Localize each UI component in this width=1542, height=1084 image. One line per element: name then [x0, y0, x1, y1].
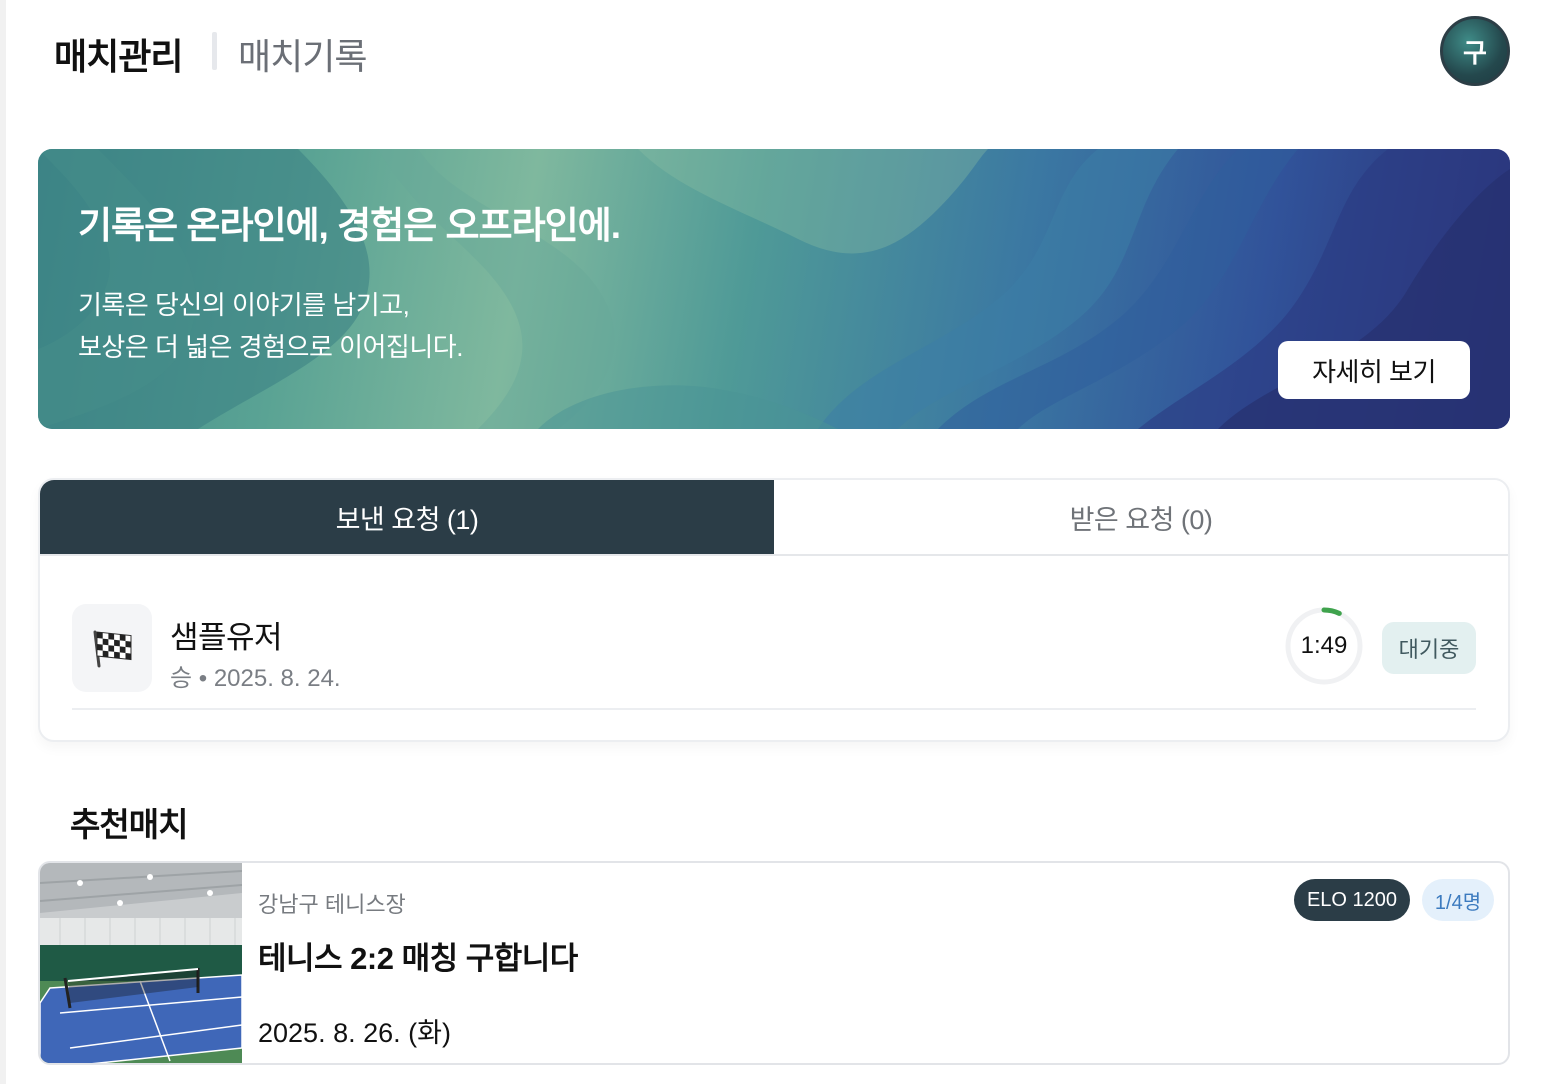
- tab-sent-requests[interactable]: 보낸 요청 (1): [40, 480, 774, 554]
- tab-match-history[interactable]: 매치기록: [238, 28, 367, 80]
- promo-banner: 기록은 온라인에, 경험은 오프라인에. 기록은 당신의 이야기를 남기고, 보…: [38, 149, 1510, 429]
- recommended-section-title: 추천매치: [70, 806, 188, 843]
- match-location: 강남구 테니스장: [258, 892, 406, 917]
- request-user-name: 샘플유저: [170, 620, 283, 655]
- status-badge: 대기중: [1382, 622, 1476, 674]
- elo-badge: ELO 1200: [1294, 879, 1410, 921]
- tab-received-requests[interactable]: 받은 요청 (0): [774, 480, 1508, 554]
- view-details-button[interactable]: 자세히 보기: [1278, 341, 1470, 399]
- request-list-item[interactable]: 샘플유저 승 • 2025. 8. 24. 1:49 대기중: [72, 604, 1476, 710]
- countdown-timer: 1:49: [1284, 606, 1364, 686]
- timer-value: 1:49: [1300, 632, 1348, 659]
- avatar[interactable]: 구: [1440, 16, 1510, 86]
- page-header: 매치관리 매치기록 구: [0, 0, 1542, 100]
- tab-match-management[interactable]: 매치관리: [54, 28, 183, 80]
- tennis-court-image: [40, 863, 242, 1063]
- match-date: 2025. 8. 26. (화): [258, 1018, 451, 1048]
- header-divider: [212, 32, 217, 70]
- banner-description-line-1: 기록은 당신의 이야기를 남기고,: [78, 290, 410, 320]
- checkered-flag-icon: [72, 604, 152, 692]
- request-meta: 승 • 2025. 8. 24.: [170, 665, 341, 692]
- participant-count-badge: 1/4명: [1422, 879, 1494, 921]
- avatar-initial: 구: [1463, 37, 1487, 68]
- requests-tabbar: 보낸 요청 (1) 받은 요청 (0): [40, 480, 1508, 556]
- banner-description-line-2: 보상은 더 넓은 경험으로 이어집니다.: [78, 332, 463, 362]
- match-title: 테니스 2:2 매칭 구합니다: [258, 941, 578, 976]
- left-rail: [0, 0, 6, 1084]
- banner-title: 기록은 온라인에, 경험은 오프라인에.: [78, 205, 621, 246]
- requests-card: 보낸 요청 (1) 받은 요청 (0) 샘플유저 승 • 2025. 8. 24…: [38, 478, 1510, 742]
- recommended-match-card[interactable]: 강남구 테니스장 테니스 2:2 매칭 구합니다 2025. 8. 26. (화…: [38, 861, 1510, 1065]
